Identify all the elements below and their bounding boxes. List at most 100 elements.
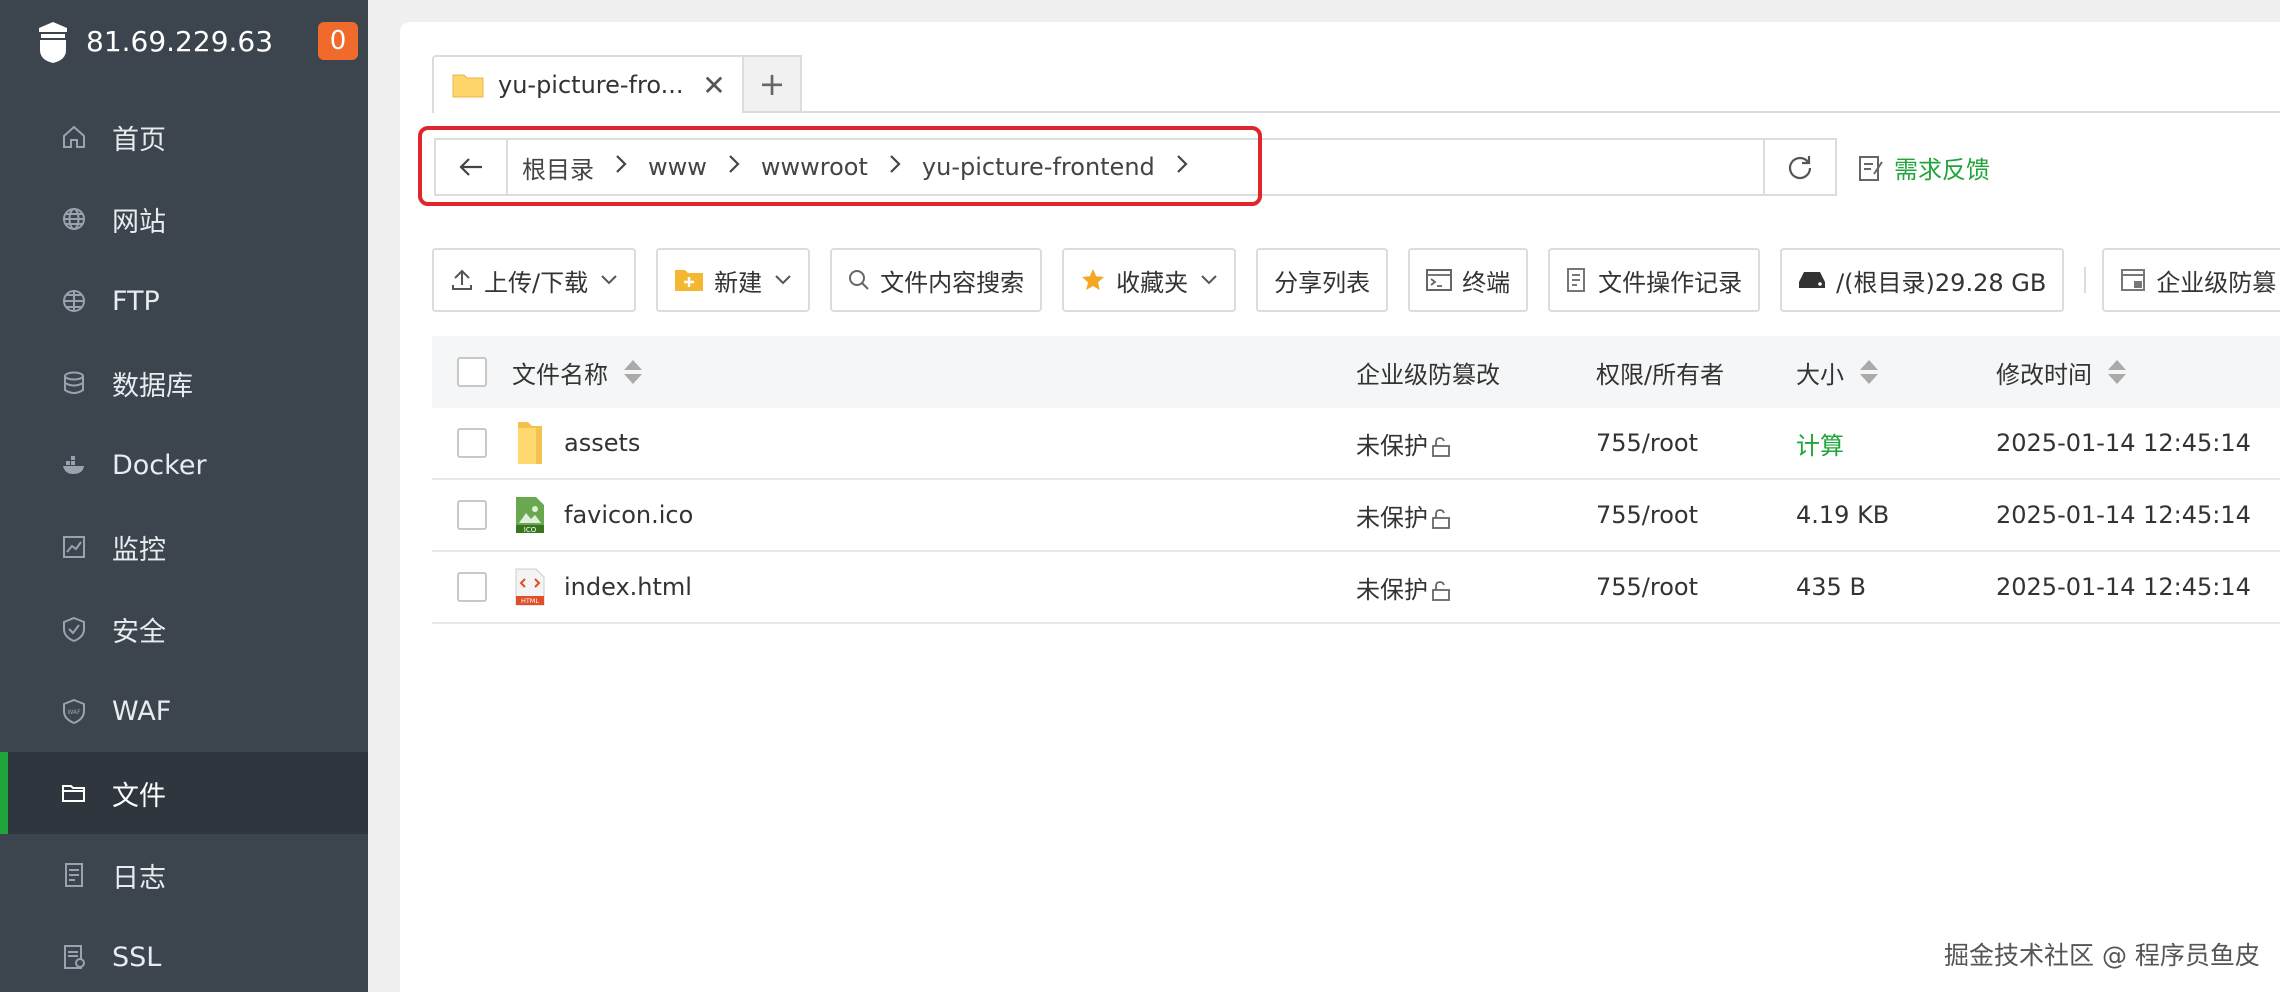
sidebar-item-label: 文件	[112, 780, 166, 812]
chevron-right-icon[interactable]	[1167, 154, 1197, 180]
toolbar-divider	[2084, 267, 2087, 293]
upload-download-button[interactable]: 上传/下载	[432, 248, 637, 312]
favorites-button[interactable]: 收藏夹	[1062, 248, 1237, 312]
select-all-cell	[432, 357, 512, 387]
sidebar-item-ssl[interactable]: SSL	[0, 916, 368, 992]
sidebar-item-website[interactable]: 网站	[0, 178, 368, 260]
table-row[interactable]: ICO favicon.ico 未保护 755/root 4.19 KB 202…	[432, 480, 2280, 552]
docker-icon	[58, 449, 90, 481]
add-tab-button[interactable]: +	[744, 55, 802, 113]
breadcrumb-item[interactable]: wwwroot	[761, 153, 880, 181]
content-search-button[interactable]: 文件内容搜索	[830, 248, 1043, 312]
table-row[interactable]: HTML index.html 未保护 755/root 435 B 2025-…	[432, 552, 2280, 624]
new-button[interactable]: 新建	[656, 248, 811, 312]
unlock-icon[interactable]	[1430, 580, 1452, 602]
file-name[interactable]: favicon.ico	[564, 501, 693, 529]
sidebar-item-label: 安全	[112, 616, 166, 648]
sidebar-item-database[interactable]: 数据库	[0, 342, 368, 424]
tab-divider	[802, 111, 2280, 113]
sidebar-item-label: 首页	[112, 124, 166, 156]
name-cell: HTML index.html	[512, 565, 1356, 609]
perm-cell[interactable]: 755/root	[1596, 429, 1796, 457]
terminal-button[interactable]: 终端	[1408, 248, 1529, 312]
folder-icon	[512, 421, 548, 465]
globe-icon	[58, 203, 90, 235]
row-checkbox[interactable]	[457, 428, 487, 458]
folder-icon	[58, 777, 90, 809]
database-icon	[58, 367, 90, 399]
row-select-cell	[432, 428, 512, 458]
breadcrumb-item[interactable]: 根目录	[522, 150, 606, 185]
svg-text:HTML: HTML	[521, 597, 539, 605]
chevron-right-icon	[880, 154, 910, 180]
feedback-link[interactable]: 需求反馈	[1858, 150, 1990, 185]
back-button[interactable]	[436, 140, 508, 194]
terminal-icon	[1426, 269, 1453, 291]
html-file-icon: HTML	[512, 565, 548, 609]
size-calculate-link[interactable]: 计算	[1796, 426, 1996, 461]
share-list-button[interactable]: 分享列表	[1256, 248, 1389, 312]
tamper-protection-label: 企业级防篡	[2156, 268, 2277, 297]
protect-status: 未保护	[1356, 575, 1428, 604]
unlock-icon[interactable]	[1430, 436, 1452, 458]
unlock-icon[interactable]	[1430, 508, 1452, 530]
close-icon[interactable]: ✕	[698, 69, 730, 102]
operation-log-button[interactable]: 文件操作记录	[1548, 248, 1761, 312]
size-cell: 4.19 KB	[1796, 501, 1890, 529]
log-icon	[58, 859, 90, 891]
chevron-down-icon	[774, 274, 792, 286]
arrow-left-icon	[459, 158, 482, 176]
sidebar-item-label: 数据库	[112, 370, 193, 402]
tamper-protection-button[interactable]: 企业级防篡	[2102, 248, 2280, 312]
edit-note-icon	[1859, 155, 1883, 181]
header-size[interactable]: 大小	[1796, 355, 1996, 390]
size-cell: 435 B	[1796, 573, 1866, 601]
sidebar-item-logs[interactable]: 日志	[0, 834, 368, 916]
sidebar-item-label: WAF	[112, 695, 172, 727]
select-all-checkbox[interactable]	[457, 357, 487, 387]
row-checkbox[interactable]	[457, 500, 487, 530]
chevron-down-icon	[600, 274, 618, 286]
disk-button[interactable]: /(根目录)29.28 GB	[1780, 248, 2065, 312]
chevron-right-icon	[606, 154, 636, 180]
refresh-button[interactable]	[1763, 138, 1837, 196]
breadcrumb-item[interactable]: yu-picture-frontend	[922, 153, 1167, 181]
name-cell: assets	[512, 421, 1356, 465]
file-table-header: 文件名称 企业级防篡改 权限/所有者 大小 修改时间	[432, 336, 2280, 408]
sidebar-item-ftp[interactable]: FTP	[0, 260, 368, 342]
table-row[interactable]: assets 未保护 755/root 计算 2025-01-14 12:45:…	[432, 408, 2280, 480]
file-manager-panel: yu-picture-fro... ✕ + 根目录 www wwwroot yu…	[400, 22, 2280, 992]
tab-strip: yu-picture-fro... ✕ +	[432, 55, 802, 113]
sidebar-item-security[interactable]: 安全	[0, 588, 368, 670]
protect-cell: 未保护	[1356, 426, 1596, 461]
header-name[interactable]: 文件名称	[512, 355, 1356, 390]
header-protect: 企业级防篡改	[1356, 360, 1500, 389]
sidebar-item-home[interactable]: 首页	[0, 96, 368, 178]
header-time[interactable]: 修改时间	[1996, 355, 2280, 390]
sidebar-menu: 首页 网站 FTP 数据库 Docker 监控 安全 WAF WAF 文件 日志…	[0, 96, 368, 992]
protect-status: 未保护	[1356, 431, 1428, 460]
breadcrumb-item[interactable]: www	[648, 153, 719, 181]
perm-cell[interactable]: 755/root	[1596, 501, 1796, 529]
sidebar-item-waf[interactable]: WAF WAF	[0, 670, 368, 752]
sort-icon[interactable]	[1860, 360, 1878, 384]
tab-yu-picture-frontend[interactable]: yu-picture-fro... ✕	[432, 55, 744, 113]
calendar-lock-icon	[2120, 267, 2146, 293]
sidebar-item-monitor[interactable]: 监控	[0, 506, 368, 588]
ftp-icon	[58, 285, 90, 317]
upload-icon	[450, 268, 474, 292]
perm-cell[interactable]: 755/root	[1596, 573, 1796, 601]
sort-icon[interactable]	[2108, 360, 2126, 384]
disk-label: /(根目录)29.28 GB	[1836, 268, 2047, 297]
sidebar-item-docker[interactable]: Docker	[0, 424, 368, 506]
notification-badge[interactable]: 0	[318, 22, 358, 60]
row-checkbox[interactable]	[457, 572, 487, 602]
sort-icon[interactable]	[624, 360, 642, 384]
file-name[interactable]: index.html	[564, 573, 692, 601]
folder-icon	[452, 74, 484, 98]
address-bar[interactable]: 根目录 www wwwroot yu-picture-frontend	[434, 138, 1798, 196]
header-time-label: 修改时间	[1996, 360, 2092, 389]
sidebar-item-files[interactable]: 文件	[0, 752, 368, 834]
home-icon	[58, 121, 90, 153]
file-name[interactable]: assets	[564, 429, 640, 457]
